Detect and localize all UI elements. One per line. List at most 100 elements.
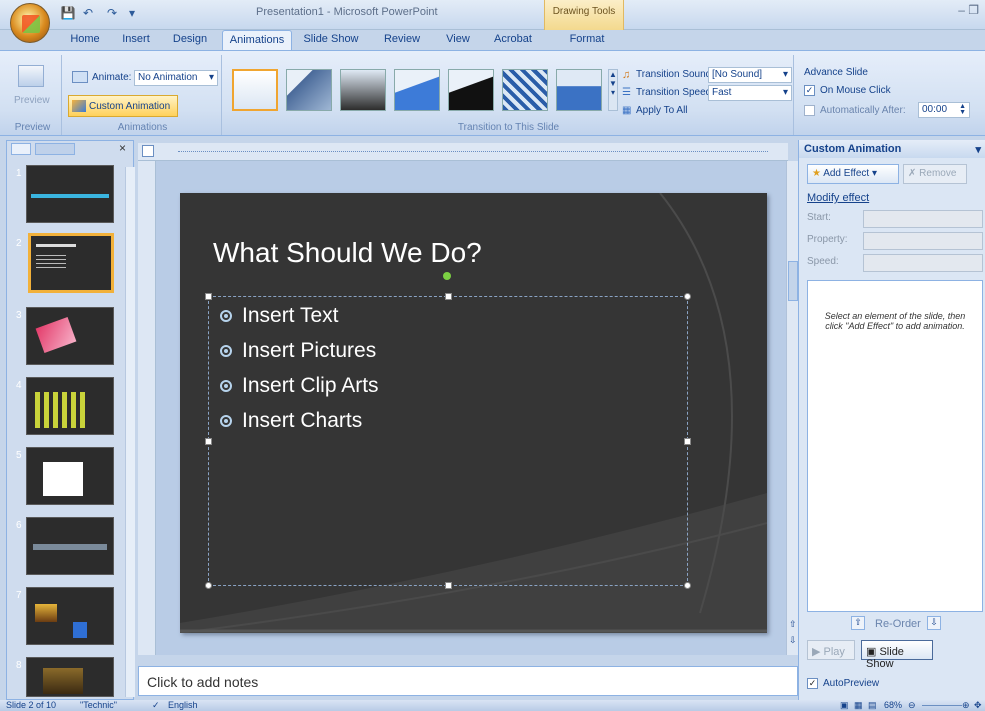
custom-animation-button[interactable]: Custom Animation — [68, 95, 178, 117]
zoom-slider[interactable] — [922, 705, 962, 706]
auto-after-checkbox[interactable] — [804, 105, 815, 116]
autopreview-checkbox[interactable]: ✓ — [807, 678, 818, 689]
tab-home[interactable]: Home — [60, 30, 110, 50]
tab-selector-icon[interactable] — [142, 145, 154, 157]
slide-thumbnail[interactable] — [26, 307, 114, 365]
language[interactable]: English — [168, 700, 198, 710]
slide-thumbnail[interactable] — [26, 587, 114, 645]
bullet-item[interactable]: Insert Charts — [220, 409, 362, 433]
office-button[interactable] — [10, 3, 50, 43]
tab-slide-show[interactable]: Slide Show — [296, 30, 366, 50]
play-icon: ▶ — [812, 646, 821, 658]
slide-thumbnail[interactable] — [26, 517, 114, 575]
slides-pane-scrollbar[interactable] — [125, 167, 135, 697]
property-dropdown[interactable] — [863, 232, 983, 250]
add-effect-button[interactable]: ★ Add Effect ▾ — [807, 164, 899, 184]
auto-after-time-input[interactable]: 00:00 ▲ ▼ — [918, 102, 970, 118]
property-label: Property: — [807, 234, 848, 245]
normal-view-icon[interactable]: ▣ — [840, 700, 849, 711]
tab-format[interactable]: Format — [560, 30, 614, 50]
bullet-item[interactable]: Insert Pictures — [220, 339, 376, 363]
star-icon: ★ — [812, 168, 821, 179]
apply-to-all-button[interactable]: Apply To All — [636, 105, 688, 116]
tab-review[interactable]: Review — [374, 30, 430, 50]
preview-button[interactable]: Preview — [14, 95, 50, 106]
gallery-scroll[interactable]: ▲ ▼ ▾ — [608, 69, 618, 111]
resize-handle[interactable] — [205, 438, 212, 445]
transition-group-label: Transition to This Slide — [457, 122, 560, 133]
animations-group: Animate: No Animation ▾ Custom Animation… — [64, 55, 222, 135]
transition-thumb-none[interactable] — [232, 69, 278, 111]
slide-thumbnail[interactable] — [26, 447, 114, 505]
slide-thumbnail[interactable] — [26, 657, 114, 697]
resize-handle[interactable] — [684, 438, 691, 445]
zoom-level[interactable]: 68% — [884, 700, 902, 710]
sorter-view-icon[interactable]: ▦ — [854, 700, 863, 711]
resize-handle[interactable] — [445, 293, 452, 300]
tab-acrobat[interactable]: Acrobat — [486, 30, 540, 50]
notes-pane[interactable]: Click to add notes — [138, 666, 798, 696]
window-controls[interactable]: – ❐ — [958, 3, 979, 17]
play-button[interactable]: ▶ Play — [807, 640, 855, 660]
fit-to-window-icon[interactable]: ✥ — [974, 700, 982, 711]
animate-dropdown[interactable]: No Animation ▾ — [134, 70, 218, 86]
customize-toolbar-icon[interactable]: ▾ — [124, 6, 140, 22]
resize-handle[interactable] — [205, 293, 212, 300]
tab-animations[interactable]: Animations — [222, 30, 292, 50]
move-up-icon[interactable]: ⇧ — [851, 616, 865, 630]
animation-list[interactable]: Select an element of the slide, then cli… — [807, 280, 983, 612]
resize-handle[interactable] — [445, 582, 452, 589]
on-mouse-click-checkbox[interactable]: ✓ — [804, 85, 815, 96]
slide-number: 4 — [16, 380, 22, 391]
save-icon[interactable]: 💾 — [60, 6, 76, 22]
slideshow-view-icon[interactable]: ▤ — [868, 700, 877, 711]
transition-thumb-fade-black[interactable] — [340, 69, 386, 111]
slide-show-button[interactable]: ▣ Slide Show — [861, 640, 933, 670]
start-dropdown[interactable] — [863, 210, 983, 228]
speed-icon: ☰ — [622, 87, 631, 98]
transition-thumb-cut-black[interactable] — [448, 69, 494, 111]
transition-thumb-fade[interactable] — [286, 69, 332, 111]
slide-title[interactable]: What Should We Do? — [213, 237, 482, 269]
rotate-handle[interactable] — [443, 272, 451, 280]
spellcheck-icon[interactable]: ✓ — [152, 700, 160, 711]
slide-thumbnail[interactable] — [26, 165, 114, 223]
resize-handle[interactable] — [684, 582, 691, 589]
tab-design[interactable]: Design — [164, 30, 216, 50]
close-icon[interactable]: × — [119, 141, 126, 155]
tab-view[interactable]: View — [436, 30, 480, 50]
resize-handle[interactable] — [684, 293, 691, 300]
transition-sound-dropdown[interactable]: [No Sound] ▾ — [708, 67, 792, 83]
slides-tab-icon[interactable] — [11, 143, 31, 155]
transition-group: ▲ ▼ ▾ ♫ Transition Sound: [No Sound] ▾ ☰ Tr… — [224, 55, 794, 135]
next-slide-icon[interactable]: ⇩ — [789, 635, 797, 646]
remove-button[interactable]: ✗ Remove — [903, 164, 967, 184]
transition-thumb-wipe[interactable] — [556, 69, 602, 111]
slide-number: 8 — [16, 660, 22, 671]
slide-thumbnail-selected[interactable] — [28, 233, 114, 293]
outline-tab-icon[interactable] — [35, 143, 75, 155]
prev-slide-icon[interactable]: ⇧ — [789, 619, 797, 630]
drawing-tools-label: Drawing Tools — [544, 0, 624, 30]
slide-thumbnail[interactable] — [26, 377, 114, 435]
speed-dropdown[interactable] — [863, 254, 983, 272]
chevron-down-icon[interactable]: ▾ — [975, 143, 981, 156]
add-effect-label: Add Effect — [823, 168, 870, 179]
bullet-item[interactable]: Insert Clip Arts — [220, 374, 379, 398]
transition-thumb-cut[interactable] — [394, 69, 440, 111]
zoom-in-icon[interactable]: ⊕ — [962, 700, 970, 711]
slide-canvas[interactable]: What Should We Do? Insert Text Insert Pi… — [180, 193, 767, 633]
zoom-out-icon[interactable]: ⊖ — [908, 700, 916, 711]
speed-label: Speed: — [807, 256, 839, 267]
transition-speed-dropdown[interactable]: Fast ▾ — [708, 85, 792, 101]
move-down-icon[interactable]: ⇩ — [927, 616, 941, 630]
tab-insert[interactable]: Insert — [112, 30, 160, 50]
redo-icon[interactable]: ↷ — [104, 6, 120, 22]
undo-icon[interactable]: ↶ — [80, 6, 96, 22]
transition-speed-value: Fast — [712, 87, 732, 98]
transition-thumb-dissolve[interactable] — [502, 69, 548, 111]
scroll-thumb[interactable] — [788, 261, 798, 301]
office-logo-icon — [22, 15, 40, 33]
bullet-item[interactable]: Insert Text — [220, 304, 339, 328]
resize-handle[interactable] — [205, 582, 212, 589]
